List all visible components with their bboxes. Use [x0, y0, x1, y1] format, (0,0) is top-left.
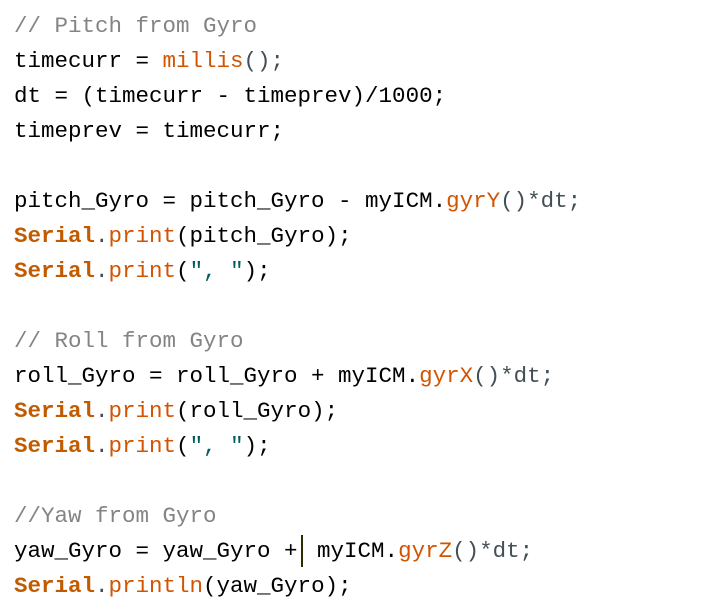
code-function: gyrY — [446, 188, 501, 214]
code-line[interactable]: Serial.print(", "); — [14, 429, 704, 464]
code-function: print — [108, 398, 177, 424]
code-text: myICM. — [303, 538, 399, 564]
code-comment: //Yaw from Gyro — [14, 503, 217, 529]
code-object: Serial — [14, 398, 96, 424]
code-text: (roll_Gyro); — [176, 398, 339, 424]
code-punct: . — [95, 398, 109, 424]
code-punct: . — [95, 223, 109, 249]
code-object: Serial — [14, 573, 96, 599]
code-function: print — [108, 433, 177, 459]
code-string: ", " — [189, 433, 244, 459]
blank-line[interactable] — [14, 289, 704, 324]
code-punct: ()*dt; — [473, 363, 555, 389]
code-punct: ()*dt; — [500, 188, 582, 214]
code-editor[interactable]: // Pitch from Gyro timecurr = millis(); dt… — [14, 9, 704, 604]
code-line[interactable]: roll_Gyro = roll_Gyro + myICM.gyrX()*dt; — [14, 359, 704, 394]
code-text: yaw_Gyro = yaw_Gyro + — [14, 538, 298, 564]
code-text: dt = (timecurr - timeprev)/1000; — [14, 83, 447, 109]
code-function: millis — [162, 48, 244, 74]
code-punct: (); — [243, 48, 285, 74]
code-punct: . — [95, 573, 109, 599]
code-line[interactable]: pitch_Gyro = pitch_Gyro - myICM.gyrY()*d… — [14, 184, 704, 219]
code-line[interactable]: // Pitch from Gyro — [14, 9, 704, 44]
code-comment: // Roll from Gyro — [14, 328, 244, 354]
code-text: timecurr = — [14, 48, 163, 74]
code-text: (pitch_Gyro); — [176, 223, 352, 249]
code-line[interactable]: yaw_Gyro = yaw_Gyro + myICM.gyrZ()*dt; — [14, 534, 704, 569]
code-function: print — [108, 223, 177, 249]
code-line[interactable]: timecurr = millis(); — [14, 44, 704, 79]
code-text: (yaw_Gyro); — [203, 573, 352, 599]
code-punct: . — [95, 258, 109, 284]
code-object: Serial — [14, 258, 96, 284]
blank-line[interactable] — [14, 149, 704, 184]
text-cursor — [300, 535, 303, 568]
code-line[interactable]: // Roll from Gyro — [14, 324, 704, 359]
code-line[interactable]: Serial.println(yaw_Gyro); — [14, 569, 704, 604]
code-text: timeprev = timecurr; — [14, 118, 285, 144]
code-line[interactable]: timeprev = timecurr; — [14, 114, 704, 149]
code-text: ); — [243, 258, 271, 284]
code-line[interactable]: Serial.print(pitch_Gyro); — [14, 219, 704, 254]
code-text: roll_Gyro = roll_Gyro + myICM. — [14, 363, 420, 389]
blank-line[interactable] — [14, 464, 704, 499]
code-object: Serial — [14, 433, 96, 459]
code-comment: // Pitch from Gyro — [14, 13, 258, 39]
code-string: ", " — [189, 258, 244, 284]
code-function: println — [108, 573, 204, 599]
code-object: Serial — [14, 223, 96, 249]
code-line[interactable]: dt = (timecurr - timeprev)/1000; — [14, 79, 704, 114]
code-function: print — [108, 258, 177, 284]
code-function: gyrZ — [398, 538, 453, 564]
code-function: gyrX — [419, 363, 474, 389]
code-text: ); — [243, 433, 271, 459]
code-punct: . — [95, 433, 109, 459]
code-line[interactable]: //Yaw from Gyro — [14, 499, 704, 534]
code-text: pitch_Gyro = pitch_Gyro - myICM. — [14, 188, 447, 214]
code-line[interactable]: Serial.print(", "); — [14, 254, 704, 289]
code-line[interactable]: Serial.print(roll_Gyro); — [14, 394, 704, 429]
code-text: ( — [176, 258, 190, 284]
code-punct: ()*dt; — [452, 538, 534, 564]
code-text: ( — [176, 433, 190, 459]
